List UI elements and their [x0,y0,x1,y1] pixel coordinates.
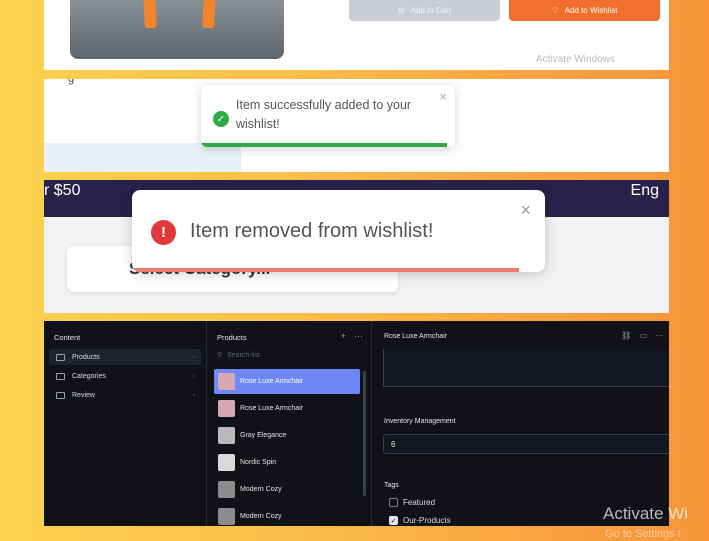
heart-icon: ♡ [551,6,559,15]
product-name: Modern Cozy [240,513,282,520]
more-icon[interactable]: ··· [655,331,663,340]
link-icon[interactable]: ⛓ [621,331,631,340]
toast-progress-bar [132,268,519,272]
tag-label: Featured [403,498,436,507]
content-title: Content [54,333,81,342]
language-selector[interactable]: Eng [631,182,659,200]
success-toast-panel: g ✓ Item successfully added to your wish… [44,79,669,172]
sidebar-item-products[interactable]: Products › [49,349,201,365]
toast-message: Item removed from wishlist! [190,220,434,242]
chair-leg [202,0,216,29]
sidebar-item-review[interactable]: Review › [49,387,201,403]
inventory-field[interactable]: 6 [383,434,669,454]
search-input[interactable]: ⚲ Search list [217,351,260,360]
search-icon: ⚲ [217,352,223,359]
removed-toast-panel: r $50 Eng Select Category... ! Item remo… [44,180,669,313]
product-thumbnail [218,400,235,417]
detail-column: Rose Luxe Armchair ⛓ ▭ ··· Inventory Man… [372,321,669,526]
add-to-cart-button[interactable]: ⊟ Add to Cart [349,0,500,21]
chevron-right-icon: › [192,353,195,361]
product-thumbnail [218,508,235,525]
sidebar-item-label: Categories [72,372,106,380]
add-to-wishlist-button[interactable]: ♡ Add to Wishlist [509,0,660,21]
cart-icon: ⊟ [397,6,405,15]
products-actions: + ··· [341,331,363,341]
close-icon[interactable]: × [520,200,531,221]
product-name: Rose Luxe Armchair [240,378,304,385]
detail-actions: ⛓ ▭ ··· [621,331,663,340]
add-to-cart-label: Add to Cart [410,6,452,15]
toast-message: Item successfully added to your wishlist… [236,98,412,131]
description-textarea[interactable] [383,349,669,387]
more-icon[interactable]: ··· [354,331,363,341]
list-item[interactable]: Rose Luxe Armchair [214,396,360,421]
products-title: Products [217,333,247,342]
chevron-right-icon: › [192,391,195,399]
list-item[interactable]: Modern Cozy [214,504,360,526]
list-item[interactable]: Rose Luxe Armchair [214,369,360,394]
folder-icon [56,391,65,399]
activate-windows-text: Activate Windows [536,54,615,65]
product-panel: ⊟ Add to Cart ♡ Add to Wishlist Activate… [44,0,669,70]
product-thumbnail [218,454,235,471]
folder-icon [56,372,65,380]
sidebar-item-label: Review [72,391,95,399]
product-thumbnail [218,427,235,444]
search-placeholder: Search list [227,351,260,359]
error-toast: ! Item removed from wishlist! × [132,190,545,272]
sidebar-item-categories[interactable]: Categories › [49,368,201,384]
content-column: Content Products › Categories › Review › [44,321,207,526]
product-name: Nordic Spin [240,459,277,466]
products-column: Products + ··· ⚲ Search list Rose Luxe A… [207,321,372,526]
product-thumbnail [218,373,235,390]
list-item[interactable]: Gray Elegance [214,423,360,448]
toast-progress-bar [201,143,447,147]
sidebar-item-label: Products [72,353,100,361]
checkbox-checked[interactable]: ✓ [389,516,398,525]
product-name: Rose Luxe Armchair [240,405,304,412]
tag-featured[interactable]: Featured [389,498,435,507]
chair-image [70,0,284,59]
product-name: Gray Elegance [240,432,287,439]
activate-windows-subtext: Go to Settings t [605,528,681,540]
comment-icon[interactable]: ▭ [639,331,647,340]
promo-text: r $50 [44,182,81,199]
tag-our-products[interactable]: ✓ Our-Products [389,516,451,525]
background-block [44,143,241,172]
inventory-label: Inventory Management [384,418,456,425]
list-item[interactable]: Nordic Spin [214,450,360,475]
product-name: Modern Cozy [240,486,282,493]
product-thumbnail [218,481,235,498]
close-icon[interactable]: × [439,89,447,104]
folder-icon [56,353,65,361]
check-circle-icon: ✓ [213,111,229,127]
tag-label: Our-Products [403,516,451,525]
error-icon: ! [151,220,176,245]
checkbox[interactable] [389,498,398,507]
add-to-wishlist-label: Add to Wishlist [564,6,618,15]
activate-windows-watermark: Activate Wi [603,504,689,523]
cms-panel: Content Products › Categories › Review ›… [44,321,669,526]
text-fragment: g [68,79,75,85]
add-icon[interactable]: + [341,331,346,341]
success-toast: ✓ Item successfully added to your wishli… [201,85,455,147]
detail-title: Rose Luxe Armchair [384,333,448,340]
inventory-value: 6 [391,439,396,449]
chevron-right-icon: › [192,372,195,380]
chair-leg [143,0,157,29]
tags-label: Tags [384,482,399,489]
list-item[interactable]: Modern Cozy [214,477,360,502]
scrollbar[interactable] [363,371,366,496]
